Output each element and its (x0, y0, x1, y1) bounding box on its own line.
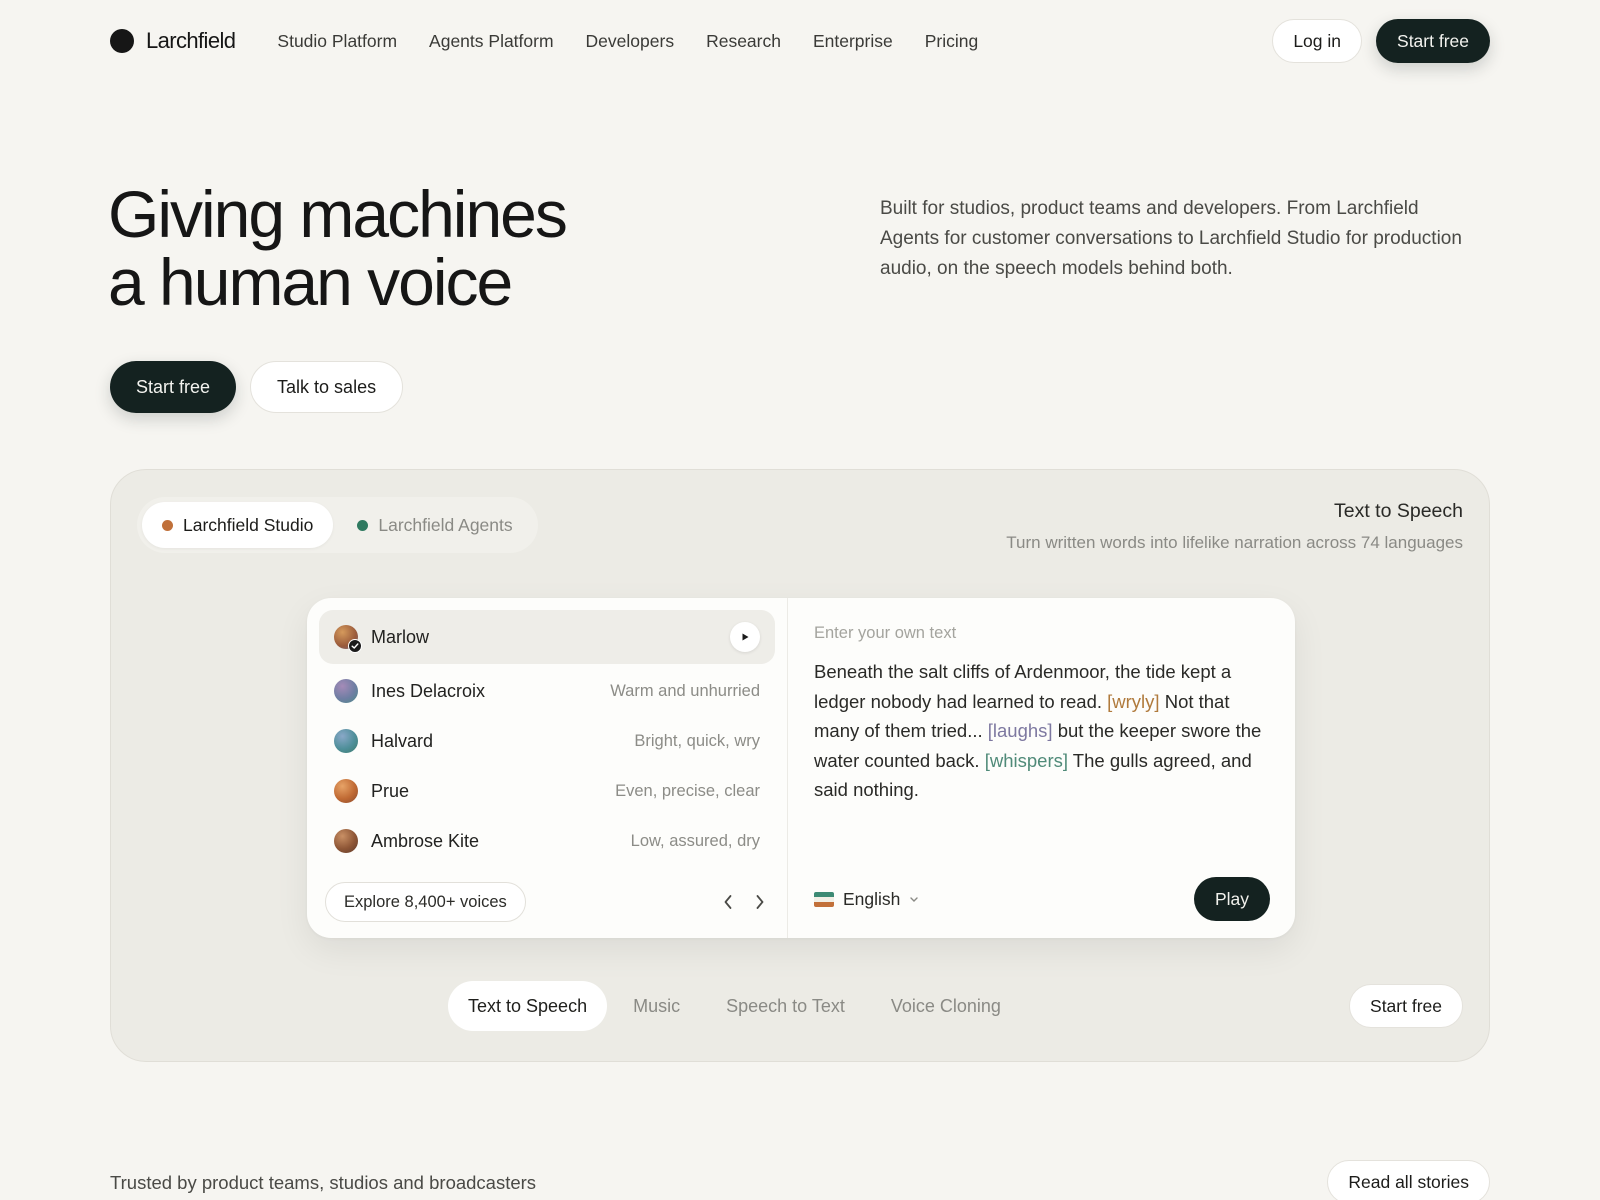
toggle-label: Larchfield Studio (183, 514, 314, 535)
mode-tabs: Text to Speech Music Speech to Text Voic… (448, 981, 1021, 1031)
login-button[interactable]: Log in (1272, 19, 1363, 63)
tab-text-to-speech[interactable]: Text to Speech (448, 981, 608, 1031)
demo-panel: Larchfield Studio Larchfield Agents Text… (110, 469, 1490, 1062)
voice-item-prue[interactable]: Prue Even, precise, clear (319, 766, 775, 816)
voice-description: Warm and unhurried (610, 681, 760, 700)
top-nav: Larchfield Studio Platform Agents Platfo… (110, 18, 1490, 64)
hero-ctas: Start free Talk to sales (110, 361, 404, 413)
voice-name: Prue (371, 780, 410, 801)
talk-to-sales-button[interactable]: Talk to sales (250, 361, 404, 413)
nav-link-research[interactable]: Research (706, 31, 781, 52)
hero-title: Giving machines a human voice (108, 180, 748, 316)
emotion-tag-laughs: [laughs] (987, 720, 1053, 741)
chevron-left-icon[interactable] (719, 888, 737, 916)
product-toggle: Larchfield Studio Larchfield Agents (137, 497, 538, 553)
panel-start-free-button[interactable]: Start free (1349, 984, 1463, 1028)
read-all-stories-button[interactable]: Read all stories (1327, 1160, 1490, 1200)
nav-actions: Log in Start free (1272, 19, 1490, 63)
text-editor[interactable]: Enter your own text Beneath the salt cli… (788, 598, 1295, 938)
brand-name: Larchfield (146, 28, 236, 53)
voice-name: Ines Delacroix (371, 680, 486, 701)
play-button[interactable]: Play (1193, 877, 1270, 921)
toggle-larchfield-studio[interactable]: Larchfield Studio (142, 502, 334, 548)
voice-description: Bright, quick, wry (634, 731, 760, 750)
avatar (334, 779, 358, 803)
nav-links: Studio Platform Agents Platform Develope… (277, 31, 978, 52)
chevron-right-icon[interactable] (751, 888, 769, 916)
trusted-by-text: Trusted by product teams, studios and br… (110, 1172, 537, 1193)
voice-name: Ambrose Kite (371, 830, 480, 851)
language-label: English (843, 888, 901, 909)
voice-pager (719, 888, 769, 916)
panel-meta-title: Text to Speech (1334, 500, 1463, 522)
voice-list: Marlow Ines Delacroix Warm and unhurried… (307, 598, 788, 938)
hero-title-line-2: a human voice (108, 245, 513, 319)
hero-description: Built for studios, product teams and dev… (880, 198, 1462, 279)
panel-meta: Text to Speech Turn written words into l… (1006, 500, 1463, 553)
tab-voice-cloning[interactable]: Voice Cloning (871, 981, 1021, 1031)
avatar (334, 679, 358, 703)
brand-logo[interactable]: Larchfield (110, 28, 236, 54)
play-icon (742, 633, 749, 641)
voice-item-ines-delacroix[interactable]: Ines Delacroix Warm and unhurried (319, 666, 775, 716)
nav-link-pricing[interactable]: Pricing (925, 31, 979, 52)
tts-demo-card: Marlow Ines Delacroix Warm and unhurried… (307, 598, 1295, 938)
check-icon (348, 639, 362, 653)
voice-item-marlow[interactable]: Marlow (319, 610, 775, 664)
emotion-tag-wryly: [wryly] (1107, 690, 1160, 712)
emotion-tag-whispers: [whispers] (984, 749, 1068, 771)
tab-speech-to-text[interactable]: Speech to Text (706, 981, 865, 1031)
nav-link-developers[interactable]: Developers (586, 31, 675, 52)
nav-link-studio-platform[interactable]: Studio Platform (277, 31, 397, 52)
voice-play-button[interactable] (730, 622, 760, 652)
agents-dot-icon (357, 519, 369, 531)
hero-title-line-1: Giving machines (108, 177, 568, 251)
panel-meta-subtitle: Turn written words into lifelike narrati… (1006, 533, 1463, 552)
explore-voices-button[interactable]: Explore 8,400+ voices (325, 882, 526, 922)
voice-name: Marlow (371, 626, 430, 647)
flag-icon (814, 891, 834, 907)
language-select[interactable]: English (814, 889, 919, 910)
voice-item-ambrose-kite[interactable]: Ambrose Kite Low, assured, dry (319, 816, 775, 866)
voice-description: Even, precise, clear (615, 781, 760, 800)
hero-start-free-button[interactable]: Start free (110, 361, 237, 413)
nav-start-free-button[interactable]: Start free (1376, 19, 1490, 63)
avatar (334, 625, 362, 653)
avatar (334, 829, 358, 853)
voice-description: Low, assured, dry (630, 831, 760, 850)
voice-item-halvard[interactable]: Halvard Bright, quick, wry (319, 716, 775, 766)
nav-link-agents-platform[interactable]: Agents Platform (429, 31, 554, 52)
editor-text[interactable]: Beneath the salt cliffs of Ardenmoor, th… (814, 657, 1269, 805)
chevron-down-icon (910, 896, 919, 902)
voice-name: Halvard (371, 730, 434, 751)
editor-placeholder: Enter your own text (814, 624, 957, 642)
avatar (334, 729, 358, 753)
tab-music[interactable]: Music (613, 981, 700, 1031)
toggle-larchfield-agents[interactable]: Larchfield Agents (337, 502, 532, 548)
toggle-label: Larchfield Agents (378, 514, 513, 535)
voice-list-footer: Explore 8,400+ voices (325, 882, 771, 922)
nav-link-enterprise[interactable]: Enterprise (813, 31, 893, 52)
studio-dot-icon (162, 519, 173, 531)
brand-mark-icon (110, 29, 134, 53)
editor-footer: English Play (814, 877, 1270, 921)
